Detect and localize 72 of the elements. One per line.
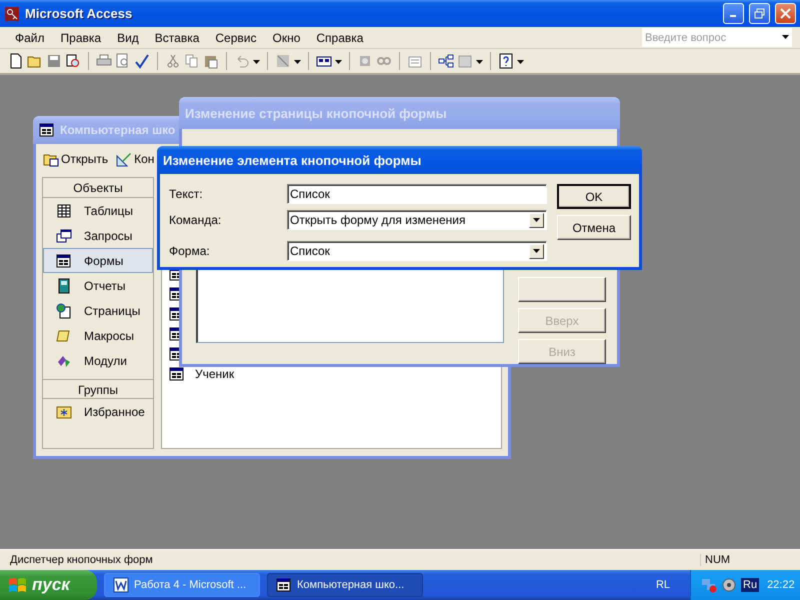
restore-icon bbox=[754, 8, 765, 19]
macro-icon bbox=[56, 328, 72, 344]
new-document-icon[interactable] bbox=[8, 53, 24, 69]
restore-button[interactable] bbox=[749, 3, 770, 24]
object-type-item[interactable]: Страницы bbox=[43, 298, 153, 323]
form-name[interactable]: Ученик bbox=[195, 367, 234, 381]
language-indicator[interactable]: RL bbox=[656, 579, 670, 591]
menu-item[interactable]: Правка bbox=[60, 28, 110, 46]
form-icon bbox=[169, 366, 185, 382]
menu-item[interactable]: Окно bbox=[271, 28, 308, 46]
table-icon bbox=[56, 202, 72, 218]
caret-icon[interactable] bbox=[533, 218, 540, 222]
ruler-pencil-icon[interactable] bbox=[116, 151, 132, 167]
group-item[interactable]: Избранное bbox=[43, 399, 153, 424]
menu-item[interactable]: Сервис bbox=[214, 28, 264, 46]
menu-item[interactable]: Файл bbox=[14, 28, 53, 46]
scissors-icon[interactable] bbox=[165, 53, 181, 69]
field-label: Команда: bbox=[169, 213, 222, 227]
clock: 22:22 bbox=[767, 579, 795, 591]
help-icon[interactable] bbox=[498, 53, 514, 69]
button[interactable] bbox=[518, 277, 606, 302]
caret-icon[interactable] bbox=[782, 35, 789, 39]
taskbar-button[interactable]: Компьютерная шко... bbox=[267, 573, 423, 597]
object-type-item[interactable]: Запросы bbox=[43, 223, 153, 248]
menu-item[interactable]: Справка bbox=[315, 28, 372, 46]
menu-item[interactable]: Вид bbox=[116, 28, 147, 46]
menu-item[interactable]: Вставка bbox=[154, 28, 208, 46]
diagram-icon[interactable] bbox=[438, 53, 454, 69]
open-button[interactable]: Открыть bbox=[61, 152, 108, 166]
groups-header: Группы bbox=[43, 379, 153, 399]
caret-icon[interactable] bbox=[533, 249, 540, 253]
object-type-item[interactable]: Макросы bbox=[43, 323, 153, 348]
status-text: Диспетчер кнопочных форм bbox=[10, 554, 154, 566]
object-type-item[interactable]: Формы bbox=[43, 248, 153, 273]
keyboard-language[interactable]: Ru bbox=[741, 578, 760, 592]
num-lock-indicator: NUM bbox=[700, 554, 790, 566]
object-type-item[interactable]: Модули bbox=[43, 348, 153, 373]
speaker-icon[interactable] bbox=[721, 577, 737, 593]
form-icon bbox=[56, 252, 72, 268]
spelling-icon[interactable] bbox=[134, 53, 150, 69]
dialog-title: Изменение элемента кнопочной формы bbox=[163, 152, 422, 168]
page-icon bbox=[56, 302, 72, 318]
objects-header: Объекты bbox=[43, 178, 153, 198]
dropdown-field[interactable]: Список bbox=[287, 241, 547, 261]
close-icon bbox=[780, 8, 791, 19]
ok-button[interactable]: OK bbox=[557, 184, 631, 209]
close-button[interactable] bbox=[775, 3, 796, 24]
help-search-field[interactable]: Введите вопрос bbox=[642, 28, 792, 47]
object-type-item[interactable]: Таблицы bbox=[43, 198, 153, 223]
database-window-title: Компьютерная шко bbox=[60, 123, 176, 137]
window-title: Microsoft Access bbox=[25, 6, 134, 21]
query-icon bbox=[56, 228, 72, 244]
paste-icon[interactable] bbox=[203, 53, 219, 69]
start-button[interactable]: пуск bbox=[0, 570, 97, 600]
flag-logo-icon bbox=[8, 576, 28, 594]
minimize-button[interactable] bbox=[723, 3, 744, 24]
cancel-button[interactable]: Отмена bbox=[557, 215, 631, 240]
dropdown-field[interactable]: Открыть форму для изменения bbox=[287, 210, 547, 230]
taskbar-button[interactable]: Работа 4 - Microsoft ... bbox=[104, 573, 260, 597]
document-icon bbox=[113, 577, 129, 593]
design-button[interactable]: Кон bbox=[134, 152, 154, 166]
field-label: Форма: bbox=[169, 244, 211, 258]
dialog-title: Изменение страницы кнопочной формы bbox=[185, 106, 447, 120]
text-field[interactable]: Список bbox=[287, 184, 547, 204]
key-icon bbox=[4, 6, 20, 22]
database-icon bbox=[39, 122, 55, 138]
form-icon bbox=[276, 577, 292, 593]
copy-icon[interactable] bbox=[184, 53, 200, 69]
field-label: Текст: bbox=[169, 187, 204, 201]
magnifier-icon[interactable] bbox=[65, 53, 81, 69]
object-type-item[interactable]: Отчеты bbox=[43, 273, 153, 298]
report-icon bbox=[56, 278, 72, 294]
